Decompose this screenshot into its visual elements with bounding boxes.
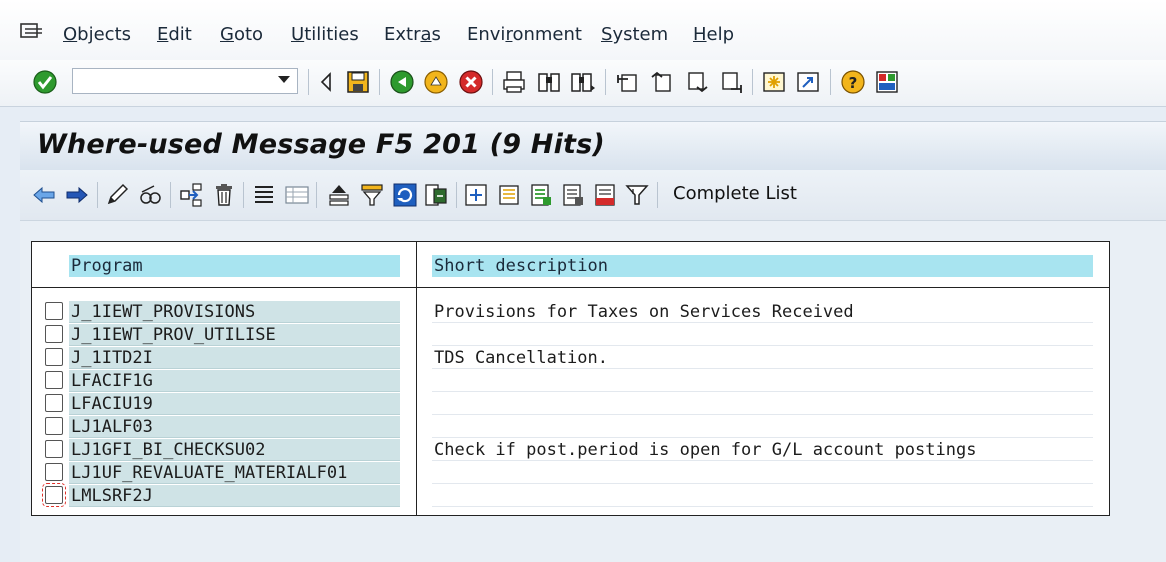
deselect-all-icon[interactable] (592, 182, 618, 208)
description-cell (432, 324, 1093, 346)
menu-edit[interactable]: Edit (157, 24, 192, 45)
row-checkbox[interactable] (45, 440, 63, 458)
create-session-icon[interactable] (761, 69, 787, 95)
row-checkbox[interactable] (45, 463, 63, 481)
toolbar-separator (492, 69, 493, 95)
enter-icon[interactable] (32, 69, 58, 95)
shortcut-icon[interactable] (795, 69, 821, 95)
first-page-icon[interactable] (615, 69, 641, 95)
command-field[interactable] (72, 68, 298, 94)
menu-extras[interactable]: Extras (384, 24, 441, 45)
expand-icon[interactable] (463, 182, 489, 208)
program-cell[interactable]: J_1IEWT_PROVISIONS (69, 301, 400, 323)
description-cell (432, 416, 1093, 438)
previous-page-icon[interactable] (649, 69, 675, 95)
toolbar-separator (456, 182, 457, 208)
menu-utilities[interactable]: Utilities (291, 24, 359, 45)
layout-menu-icon[interactable] (874, 69, 900, 95)
row-checkbox[interactable] (45, 417, 63, 435)
menu-help[interactable]: Help (693, 24, 734, 45)
back-triangle-icon[interactable] (314, 69, 340, 95)
program-cell[interactable]: LJ1ALF03 (69, 416, 400, 438)
description-cell: TDS Cancellation. (432, 347, 1093, 369)
menu-bar: Objects Edit Goto Utilities Extras Envir… (0, 0, 1166, 60)
page-title: Where-used Message F5 201 (9 Hits) (37, 129, 605, 160)
program-cell[interactable]: LJ1UF_REVALUATE_MATERIALF01 (69, 462, 400, 484)
description-cell (432, 370, 1093, 392)
sort-ascending-icon[interactable] (326, 182, 352, 208)
cancel-icon[interactable] (458, 69, 484, 95)
toolbar-separator (752, 69, 753, 95)
exit-icon[interactable] (423, 69, 449, 95)
toolbar-separator (830, 69, 831, 95)
toolbar-separator (170, 182, 171, 208)
menu-icon[interactable] (20, 22, 46, 48)
row-checkbox[interactable] (45, 302, 63, 320)
refresh-icon[interactable] (392, 182, 418, 208)
program-cell[interactable]: J_1IEWT_PROV_UTILISE (69, 324, 400, 346)
help-icon[interactable]: ? (840, 69, 866, 95)
column-header-short-description[interactable]: Short description (432, 255, 1093, 277)
svg-text:?: ? (849, 74, 858, 92)
column-header-program[interactable]: Program (69, 255, 400, 277)
program-cell[interactable]: LFACIU19 (69, 393, 400, 415)
deselect-icon[interactable] (560, 182, 586, 208)
header-divider (31, 287, 1110, 288)
menu-environment[interactable]: Environment (467, 24, 582, 45)
find-next-icon[interactable] (570, 69, 596, 95)
row-checkbox[interactable] (45, 325, 63, 343)
select-all-icon[interactable] (496, 182, 522, 208)
print-icon[interactable] (501, 69, 527, 95)
filter-icon[interactable] (359, 182, 385, 208)
menu-system[interactable]: System (601, 24, 668, 45)
row-checkbox-focused[interactable] (42, 483, 66, 507)
find-icon[interactable] (536, 69, 562, 95)
toolbar-separator (308, 69, 309, 95)
save-icon[interactable] (345, 69, 371, 95)
title-bar: Where-used Message F5 201 (9 Hits) (20, 121, 1166, 170)
next-page-icon[interactable] (684, 69, 710, 95)
menu-goto[interactable]: Goto (220, 24, 263, 45)
display-icon[interactable] (137, 182, 163, 208)
toolbar-separator (379, 69, 380, 95)
change-icon[interactable] (104, 182, 130, 208)
program-cell[interactable]: LFACIF1G (69, 370, 400, 392)
row-checkbox[interactable] (45, 394, 63, 412)
toolbar-separator (243, 182, 244, 208)
back-icon[interactable] (389, 69, 415, 95)
program-cell[interactable]: LJ1GFI_BI_CHECKSU02 (69, 439, 400, 461)
previous-object-icon[interactable] (31, 182, 57, 208)
next-object-icon[interactable] (64, 182, 90, 208)
description-cell (432, 485, 1093, 507)
toolbar-separator (97, 182, 98, 208)
program-cell[interactable]: LMLSRF2J (69, 485, 400, 507)
column-divider (416, 241, 417, 516)
description-cell (432, 393, 1093, 415)
description-cell: Provisions for Taxes on Services Receive… (432, 301, 1093, 323)
print-list-icon[interactable] (251, 182, 277, 208)
toolbar-separator (657, 182, 658, 208)
last-page-icon[interactable] (718, 69, 744, 95)
complete-list-button[interactable]: Complete List (673, 183, 797, 204)
program-cell[interactable]: J_1ITD2I (69, 347, 400, 369)
row-checkbox[interactable] (45, 348, 63, 366)
toolbar-separator (605, 69, 606, 95)
command-dropdown-icon[interactable] (278, 76, 290, 83)
delete-icon[interactable] (211, 182, 237, 208)
select-layout-icon[interactable] (284, 182, 310, 208)
select-block-icon[interactable] (528, 182, 554, 208)
toolbar-separator (316, 182, 317, 208)
where-used-icon[interactable] (178, 182, 204, 208)
description-cell: Check if post.period is open for G/L acc… (432, 439, 1093, 461)
description-cell (432, 462, 1093, 484)
export-icon[interactable] (423, 182, 449, 208)
menu-objects[interactable]: Objects (63, 24, 131, 45)
row-checkbox[interactable] (45, 371, 63, 389)
set-filter-icon[interactable] (624, 182, 650, 208)
